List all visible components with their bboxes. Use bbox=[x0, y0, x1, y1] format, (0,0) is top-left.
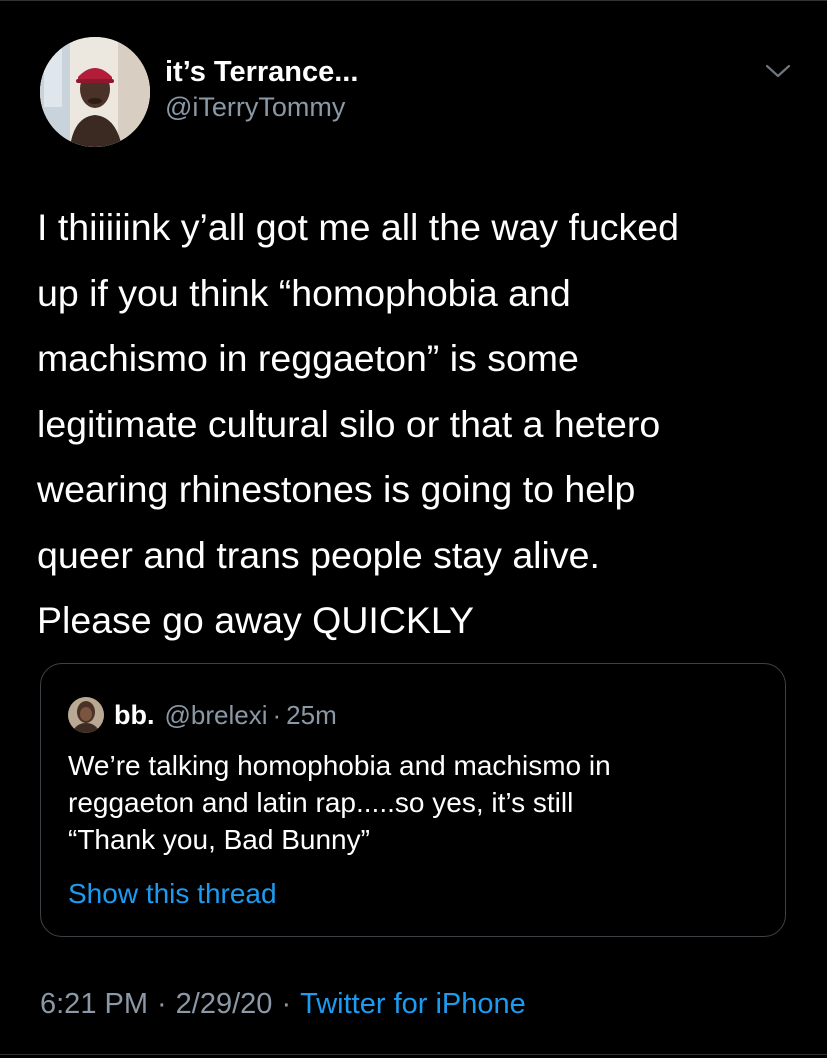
tweet-date: 2/29/20 bbox=[175, 988, 273, 1020]
profile-photo-icon bbox=[40, 37, 150, 147]
quoted-author-avatar bbox=[68, 697, 104, 733]
quoted-tweet-text: We’re talking homophobia and machismo in… bbox=[68, 750, 611, 855]
meta-separator: · bbox=[281, 988, 292, 1020]
author-info[interactable]: it’s Terrance... @iTerryTommy bbox=[165, 54, 358, 124]
tweet-time: 6:21 PM bbox=[40, 988, 148, 1020]
tweet-menu-button[interactable] bbox=[763, 60, 793, 82]
quoted-separator: · bbox=[272, 699, 282, 730]
show-thread-link[interactable]: Show this thread bbox=[68, 878, 277, 910]
author-display-name: it’s Terrance... bbox=[165, 56, 359, 88]
chevron-down-icon bbox=[765, 64, 791, 78]
author-avatar[interactable] bbox=[40, 37, 150, 147]
quoted-tweet[interactable]: bb. @brelexi · 25m We’re talking homopho… bbox=[40, 663, 786, 937]
profile-photo-icon bbox=[68, 697, 104, 733]
meta-separator: · bbox=[157, 988, 167, 1020]
author-handle: @iTerryTommy bbox=[165, 92, 346, 122]
top-divider bbox=[0, 0, 827, 1]
bottom-divider bbox=[0, 1054, 827, 1055]
quoted-timestamp: 25m bbox=[286, 699, 337, 730]
quoted-tweet-header: bb. @brelexi · 25m bbox=[68, 697, 337, 733]
tweet-source-link[interactable]: Twitter for iPhone bbox=[300, 988, 526, 1021]
tweet-text: I thiiiiink y’all got me all the way fuc… bbox=[37, 206, 679, 641]
tweet-meta: 6:21 PM · 2/29/20 · Twitter for iPhone bbox=[40, 988, 526, 1021]
quoted-handle: @brelexi bbox=[164, 699, 268, 730]
quoted-display-name: bb. bbox=[114, 699, 155, 730]
